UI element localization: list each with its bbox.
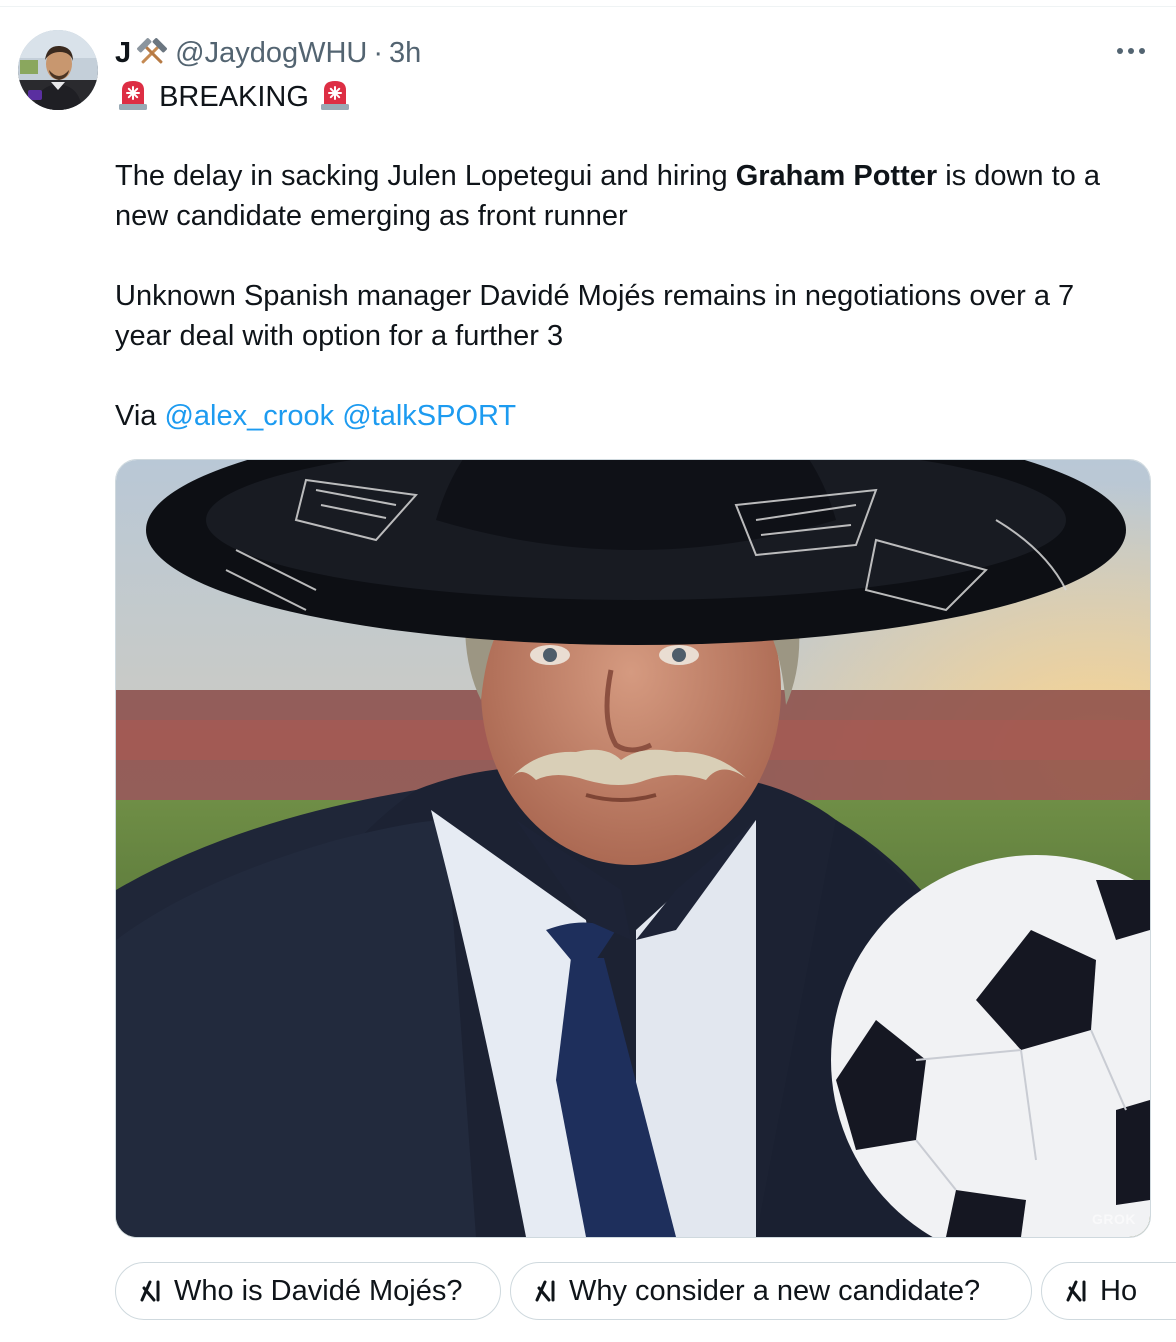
grok-icon	[535, 1280, 555, 1302]
tweet-text: BREAKING The delay in sacking Julen Lope…	[115, 76, 1160, 436]
timestamp[interactable]: 3h	[389, 37, 421, 70]
tweet-image[interactable]: GROK	[115, 459, 1151, 1238]
rotating-light-icon	[119, 81, 147, 110]
mention-alex-crook[interactable]: @alex_crook	[164, 400, 334, 432]
tweet[interactable]: J @JaydogWHU · 3h BREAKING The delay in …	[0, 0, 1176, 1342]
breaking-label: BREAKING	[159, 81, 309, 113]
grok-chip-label: Why consider a new candidate?	[569, 1274, 981, 1307]
grok-icon	[1066, 1280, 1086, 1302]
paragraph-2-line-2: year deal with option for a further 3	[115, 320, 564, 352]
crossed-hammers-icon	[137, 38, 168, 64]
grok-chip-label: Who is Davidé Mojés?	[174, 1274, 463, 1307]
paragraph-1-line-2: new candidate emerging as front runner	[115, 200, 628, 232]
grok-icon	[140, 1280, 160, 1302]
grok-suggestions: Who is Davidé Mojés? Why consider a new …	[115, 1262, 1176, 1324]
more-icon[interactable]	[1112, 40, 1150, 62]
display-name[interactable]: J	[115, 37, 131, 70]
avatar[interactable]	[18, 30, 98, 110]
user-handle[interactable]: @JaydogWHU	[175, 37, 367, 70]
mention-talksport[interactable]: @talkSPORT	[342, 400, 516, 432]
grok-chip-who-is[interactable]: Who is Davidé Mojés?	[115, 1262, 501, 1320]
grok-chip-how[interactable]: Ho	[1041, 1262, 1176, 1320]
via-line: Via @alex_crook @talkSPORT	[115, 396, 1160, 436]
text-run: is down to a	[937, 160, 1100, 192]
bold-name: Graham Potter	[735, 160, 938, 192]
breaking-line: BREAKING	[115, 76, 1160, 116]
paragraph-1-line-1: The delay in sacking Julen Lopetegui and…	[115, 156, 1160, 196]
grok-watermark: GROK	[1092, 1211, 1136, 1227]
paragraph-2-line-1: Unknown Spanish manager Davidé Mojés rem…	[115, 280, 1075, 312]
grok-chip-label: Ho	[1100, 1274, 1138, 1307]
tweet-header: J @JaydogWHU · 3h	[115, 33, 421, 73]
text-run: The delay in sacking Julen Lopetegui and…	[115, 160, 736, 192]
grok-chip-why-consider[interactable]: Why consider a new candidate?	[510, 1262, 1032, 1320]
rotating-light-icon	[321, 81, 349, 110]
separator-dot: ·	[373, 36, 384, 69]
via-label: Via	[115, 400, 165, 432]
